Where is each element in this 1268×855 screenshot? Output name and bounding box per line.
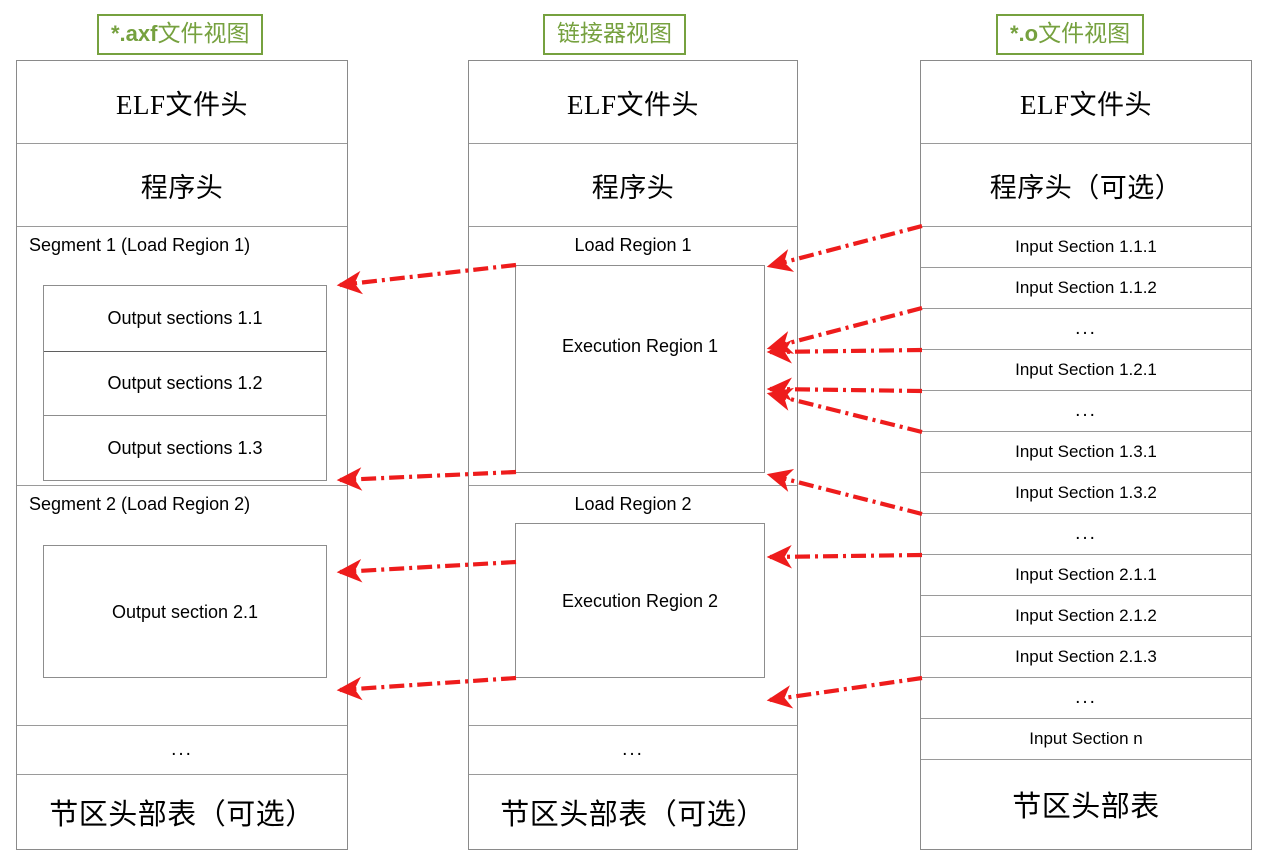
linker-section-header-table-label: 节区头部表（可选） bbox=[500, 798, 766, 831]
axf-output-section-row: Output sections 1.3 bbox=[44, 416, 326, 480]
obj-elf-header-label: ELF文件头 bbox=[1019, 89, 1152, 120]
axf-elf-header-label: ELF文件头 bbox=[115, 89, 248, 120]
linker-execution-region-2-label: Execution Region 2 bbox=[561, 591, 719, 611]
obj-input-section-label: ... bbox=[1075, 687, 1097, 708]
obj-input-section-label: ... bbox=[1075, 400, 1097, 421]
obj-input-section-label: ... bbox=[1075, 318, 1097, 339]
axf-output-section-label: Output sections 1.3 bbox=[107, 437, 263, 458]
axf-output-section-row: Output sections 1.1 bbox=[44, 286, 326, 352]
obj-section-header-table-label: 节区头部表 bbox=[1012, 791, 1160, 823]
obj-input-section-row: Input Section 2.1.2 bbox=[921, 596, 1251, 637]
linker-elf-header-cell: ELF文件头 bbox=[469, 61, 797, 144]
chip-cjk-obj: 文件视图 bbox=[1038, 21, 1131, 46]
axf-segment-1-label-wrap: Segment 1 (Load Region 1) bbox=[17, 227, 347, 263]
column-linker-view: ELF文件头 程序头 Load Region 1 Execution Regio… bbox=[468, 60, 798, 850]
obj-input-section-row: Input Section 1.2.1 bbox=[921, 350, 1251, 391]
linker-program-header-label: 程序头 bbox=[591, 172, 675, 203]
axf-section-header-table-cell: 节区头部表（可选） bbox=[17, 775, 347, 848]
linker-execution-region-1-row: Execution Region 1 bbox=[516, 266, 764, 426]
obj-input-section-label: Input Section 2.1.2 bbox=[1015, 606, 1157, 625]
obj-input-section-row: Input Section n bbox=[921, 719, 1251, 760]
axf-program-header-label: 程序头 bbox=[140, 172, 224, 203]
obj-input-section-row: ... bbox=[921, 514, 1251, 555]
obj-input-section-label: Input Section n bbox=[1029, 729, 1143, 748]
obj-input-section-label: Input Section 1.1.1 bbox=[1015, 237, 1157, 256]
obj-input-section-label: Input Section 1.3.1 bbox=[1015, 442, 1157, 461]
linker-ellipsis-label: ... bbox=[622, 739, 644, 760]
obj-input-section-label: Input Section 1.2.1 bbox=[1015, 360, 1157, 379]
axf-output-section-label: Output section 2.1 bbox=[111, 602, 259, 622]
linker-program-header-cell: 程序头 bbox=[469, 144, 797, 227]
chip-ascii-axf: *.axf bbox=[111, 21, 158, 46]
obj-input-section-row: Input Section 2.1.1 bbox=[921, 555, 1251, 596]
obj-input-section-label: Input Section 1.1.2 bbox=[1015, 278, 1157, 297]
axf-output-section-label: Output sections 1.2 bbox=[107, 373, 263, 393]
linker-execution-region-2-box: Execution Region 2 bbox=[515, 523, 765, 678]
column-object-file-view: ELF文件头 程序头（可选） Input Section 1.1.1 Input… bbox=[920, 60, 1252, 850]
axf-segment-2-label: Segment 2 (Load Region 2) bbox=[29, 493, 251, 514]
axf-output-section-2-box: Output section 2.1 bbox=[43, 545, 327, 678]
linker-execution-region-1-box: Execution Region 1 bbox=[515, 265, 765, 473]
axf-output-section-row: Output section 2.1 bbox=[44, 546, 326, 679]
obj-section-header-table-cell: 节区头部表 bbox=[921, 760, 1251, 848]
axf-output-section-label: Output sections 1.1 bbox=[107, 308, 263, 328]
header-chip-object-file-view: *.o文件视图 bbox=[996, 14, 1145, 55]
linker-load-region-1-label: Load Region 1 bbox=[574, 234, 692, 255]
axf-program-header-cell: 程序头 bbox=[17, 144, 347, 227]
chip-ascii-obj: *.o bbox=[1010, 21, 1039, 46]
axf-section-header-table-label: 节区头部表（可选） bbox=[49, 798, 315, 831]
obj-input-section-row: Input Section 1.1.2 bbox=[921, 268, 1251, 309]
axf-elf-header-cell: ELF文件头 bbox=[17, 61, 347, 144]
obj-input-section-label: Input Section 1.3.2 bbox=[1015, 483, 1157, 502]
linker-execution-region-1-label: Execution Region 1 bbox=[561, 335, 719, 356]
diagram-canvas: *.axf文件视图 链接器视图 *.o文件视图 ELF文件头 程序头 Segme… bbox=[0, 0, 1268, 855]
axf-output-section-row: Output sections 1.2 bbox=[44, 352, 326, 416]
linker-load-region-2-label-wrap: Load Region 2 bbox=[469, 486, 797, 522]
header-chip-axf-file-view: *.axf文件视图 bbox=[97, 14, 264, 55]
header-chip-linker-view: 链接器视图 bbox=[543, 14, 686, 55]
obj-input-section-row: ... bbox=[921, 678, 1251, 719]
linker-elf-header-label: ELF文件头 bbox=[566, 89, 699, 120]
column-axf-file-view: ELF文件头 程序头 Segment 1 (Load Region 1) Out… bbox=[16, 60, 348, 850]
linker-load-region-1-label-wrap: Load Region 1 bbox=[469, 227, 797, 263]
axf-ellipsis-label: ... bbox=[171, 739, 193, 760]
obj-program-header-cell: 程序头（可选） bbox=[921, 144, 1251, 227]
obj-elf-header-cell: ELF文件头 bbox=[921, 61, 1251, 144]
chip-cjk-axf: 文件视图 bbox=[157, 21, 250, 46]
obj-input-section-row: ... bbox=[921, 309, 1251, 350]
obj-input-section-row: ... bbox=[921, 391, 1251, 432]
axf-output-sections-1-box: Output sections 1.1 Output sections 1.2 … bbox=[43, 285, 327, 481]
obj-input-section-row: Input Section 1.3.1 bbox=[921, 432, 1251, 473]
axf-segment-1-label: Segment 1 (Load Region 1) bbox=[29, 234, 251, 255]
axf-ellipsis-cell: ... bbox=[17, 726, 347, 775]
obj-input-section-row: Input Section 1.1.1 bbox=[921, 227, 1251, 268]
linker-ellipsis-cell: ... bbox=[469, 726, 797, 775]
obj-input-section-row: Input Section 2.1.3 bbox=[921, 637, 1251, 678]
obj-input-section-row: Input Section 1.3.2 bbox=[921, 473, 1251, 514]
obj-input-section-label: Input Section 2.1.1 bbox=[1015, 565, 1157, 584]
axf-segment-2-label-wrap: Segment 2 (Load Region 2) bbox=[17, 486, 347, 522]
chip-cjk-linker: 链接器视图 bbox=[557, 21, 672, 46]
obj-input-section-label: ... bbox=[1075, 523, 1097, 544]
obj-program-header-label: 程序头（可选） bbox=[989, 172, 1183, 203]
linker-section-header-table-cell: 节区头部表（可选） bbox=[469, 775, 797, 848]
linker-load-region-2-label: Load Region 2 bbox=[574, 493, 692, 514]
obj-input-section-label: Input Section 2.1.3 bbox=[1015, 647, 1157, 666]
linker-execution-region-2-row: Execution Region 2 bbox=[516, 524, 764, 679]
